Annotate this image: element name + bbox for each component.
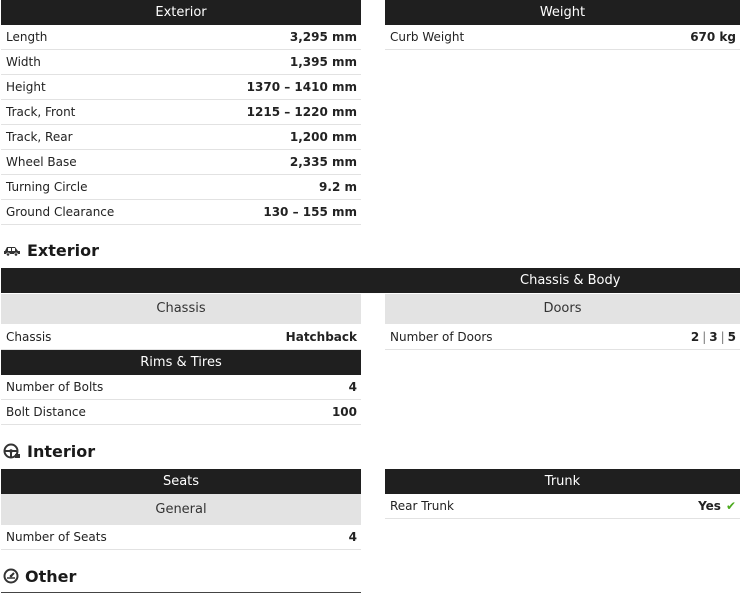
table-row: Track, Rear 1,200 mm <box>1 125 361 150</box>
row-label: Curb Weight <box>390 30 465 44</box>
doors-table: Doors Number of Doors 2 | 3 | 5 <box>385 294 740 350</box>
seats-header: Seats <box>1 469 361 494</box>
weight-table: Weight Curb Weight 670 kg <box>385 0 740 50</box>
row-label: Number of Doors <box>390 329 493 344</box>
row-label: Track, Front <box>6 105 76 119</box>
row-label: Turning Circle <box>6 180 88 194</box>
speedometer-icon <box>3 568 19 584</box>
section-divider <box>1 592 361 593</box>
row-label: Bolt Distance <box>6 405 86 419</box>
trunk-table: Trunk Rear Trunk Yes ✔ <box>385 469 740 519</box>
row-value: 4 <box>348 380 357 394</box>
table-row: Rear Trunk Yes ✔ <box>385 494 740 519</box>
row-value-wrap: Yes ✔ <box>698 499 736 513</box>
row-value: 130 – 155 mm <box>263 205 357 219</box>
chassis-table: Chassis Chassis Hatchback Rims & Tires Nu… <box>1 294 361 425</box>
table-row: Curb Weight 670 kg <box>385 25 740 50</box>
door-option: 2 <box>690 329 700 344</box>
row-label: Track, Rear <box>6 130 73 144</box>
section-title-interior: Interior <box>3 439 95 463</box>
row-label: Chassis <box>6 329 52 344</box>
check-icon: ✔ <box>725 499 736 513</box>
row-value: 9.2 m <box>319 180 357 194</box>
table-row: Width 1,395 mm <box>1 50 361 75</box>
chassis-subheader: Chassis <box>1 294 361 324</box>
doors-options: 2 | 3 | 5 <box>690 329 736 344</box>
table-row: Track, Front 1215 – 1220 mm <box>1 100 361 125</box>
steering-wheel-icon <box>3 443 20 459</box>
table-row: Turning Circle 9.2 m <box>1 175 361 200</box>
table-row: Height 1370 – 1410 mm <box>1 75 361 100</box>
door-option: 3 <box>709 329 718 344</box>
row-value: 1,395 mm <box>289 55 357 69</box>
row-value: 1,200 mm <box>289 130 357 144</box>
section-title-other: Other <box>3 564 76 588</box>
row-label: Length <box>6 30 48 44</box>
weight-header: Weight <box>385 0 740 25</box>
door-option: 5 <box>727 329 736 344</box>
section-title-text: Other <box>25 566 77 586</box>
table-row: Ground Clearance 130 – 155 mm <box>1 200 361 225</box>
row-value: 1370 – 1410 mm <box>246 80 357 94</box>
row-label: Height <box>6 80 46 94</box>
exterior-header: Exterior <box>1 0 361 25</box>
rims-tires-header: Rims & Tires <box>1 350 361 375</box>
row-value: Yes <box>698 499 721 513</box>
row-label: Number of Seats <box>6 530 107 544</box>
trunk-header: Trunk <box>385 469 740 494</box>
table-row: Number of Doors 2 | 3 | 5 <box>385 324 740 350</box>
table-row: Bolt Distance 100 <box>1 400 361 425</box>
table-row: Chassis Hatchback <box>1 324 361 350</box>
row-value: 1215 – 1220 mm <box>246 105 357 119</box>
doors-subheader: Doors <box>385 294 740 324</box>
table-row: Length 3,295 mm <box>1 25 361 50</box>
row-value: Hatchback <box>285 329 357 344</box>
row-value: 100 <box>331 405 357 419</box>
table-row: Number of Bolts 4 <box>1 375 361 400</box>
row-label: Width <box>6 55 41 69</box>
car-icon <box>4 247 20 256</box>
row-value: 3,295 mm <box>289 30 357 44</box>
table-row: Number of Seats 4 <box>1 525 361 550</box>
chassis-body-header-band: Chassis & Body <box>1 268 740 293</box>
general-subheader: General <box>1 494 361 525</box>
table-row: Wheel Base 2,335 mm <box>1 150 361 175</box>
seats-table: Seats General Number of Seats 4 <box>1 469 361 550</box>
chassis-body-header: Chassis & Body <box>520 273 621 288</box>
row-value: 4 <box>348 530 357 544</box>
row-label: Number of Bolts <box>6 380 104 394</box>
row-label: Wheel Base <box>6 155 77 169</box>
row-value: 2,335 mm <box>289 155 357 169</box>
row-label: Rear Trunk <box>390 499 454 513</box>
exterior-dimensions-table: Exterior Length 3,295 mm Width 1,395 mm He… <box>1 0 361 225</box>
row-label: Ground Clearance <box>6 205 115 219</box>
section-title-text: Interior <box>27 441 96 461</box>
section-title-exterior: Exterior <box>3 238 99 262</box>
row-value: 670 kg <box>690 30 736 44</box>
section-title-text: Exterior <box>27 240 100 260</box>
